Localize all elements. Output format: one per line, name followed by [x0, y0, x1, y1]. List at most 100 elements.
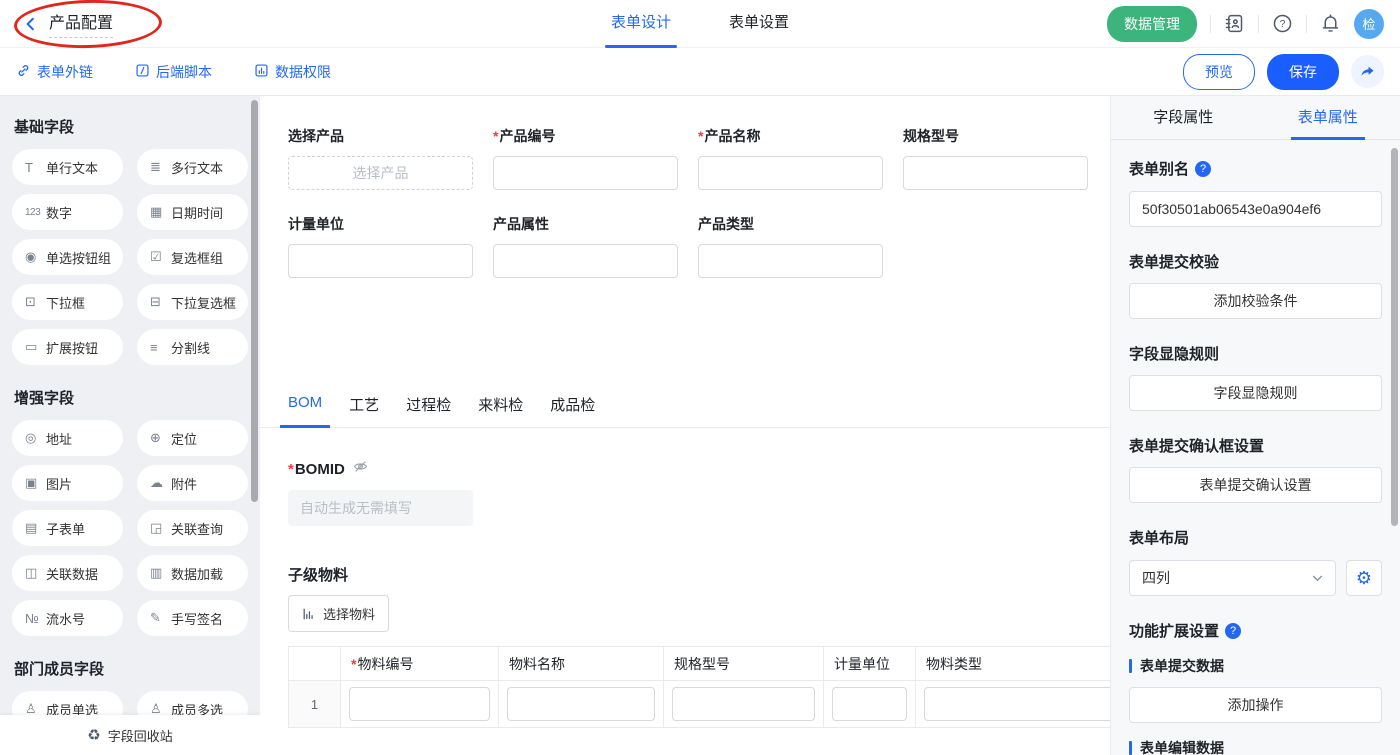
linked-data-icon: ◫ — [25, 565, 46, 581]
sidebar-item-datetime[interactable]: ▦日期时间 — [137, 194, 248, 230]
sidebar-item-image[interactable]: ▣图片 — [12, 465, 123, 501]
data-permission-link[interactable]: 数据权限 — [254, 62, 331, 82]
tab-field-properties[interactable]: 字段属性 — [1111, 96, 1256, 139]
subform-icon: ▤ — [25, 520, 46, 536]
field-label: 产品编号 — [499, 126, 555, 146]
back-title-group[interactable]: 产品配置 — [16, 9, 113, 38]
spec-model-input[interactable] — [903, 156, 1088, 190]
form-external-link-label: 表单外链 — [37, 62, 93, 82]
sidebar-item-attachment[interactable]: ☁附件 — [137, 465, 248, 501]
sidebar-item-linked-query[interactable]: ◲关联查询 — [137, 510, 248, 546]
product-attribute-input[interactable] — [493, 244, 678, 278]
add-validation-button[interactable]: 添加校验条件 — [1129, 283, 1382, 319]
field-label: 规格型号 — [903, 126, 959, 146]
chevron-down-icon — [1312, 575, 1323, 582]
sidebar-item-number[interactable]: 123数字 — [12, 194, 123, 230]
data-manage-button[interactable]: 数据管理 — [1107, 6, 1197, 42]
sidebar-item-select[interactable]: ⊡下拉框 — [12, 284, 123, 320]
sidebar-item-multi-select[interactable]: ⊟下拉复选框 — [137, 284, 248, 320]
tab-form-design[interactable]: 表单设计 — [611, 0, 671, 48]
form-toolbar: 表单外链 后端脚本 数据权限 预览 保存 — [0, 48, 1400, 96]
layout-settings-button[interactable]: ⚙ — [1346, 560, 1382, 596]
item-label: 分割线 — [171, 338, 210, 357]
field-select-product[interactable]: 选择产品 选择产品 — [288, 126, 473, 190]
share-button[interactable] — [1351, 55, 1384, 88]
section-title-basic-fields: 基础字段 — [14, 116, 246, 137]
measure-unit-input[interactable] — [288, 244, 473, 278]
bomid-input[interactable] — [288, 490, 473, 526]
select-material-button[interactable]: 选择物料 — [288, 595, 389, 632]
sidebar-item-serial-number[interactable]: №流水号 — [12, 600, 123, 636]
product-code-input[interactable] — [493, 156, 678, 190]
form-alias-input[interactable] — [1129, 191, 1382, 227]
sidebar-item-multi-line-text[interactable]: ≣多行文本 — [137, 149, 248, 185]
page-title[interactable]: 产品配置 — [49, 9, 113, 38]
measure-unit-cell-input[interactable] — [832, 687, 907, 721]
help-icon[interactable]: ? — [1225, 623, 1241, 639]
form-canvas[interactable]: 选择产品 选择产品 *产品编号 *产品名称 规格型号 计量单位 产品属性 产品类… — [260, 96, 1110, 755]
sidebar-item-divider-line[interactable]: ≡分割线 — [137, 329, 248, 365]
form-external-link[interactable]: 表单外链 — [16, 62, 93, 82]
sidebar-item-radio-group[interactable]: ◉单选按钮组 — [12, 239, 123, 275]
bar-chart-icon — [302, 607, 316, 621]
sidebar-item-location[interactable]: ⊕定位 — [137, 420, 248, 456]
tab-bom[interactable]: BOM — [288, 394, 322, 427]
sidebar-item-checkbox-group[interactable]: ☑复选框组 — [137, 239, 248, 275]
sidebar-item-single-line-text[interactable]: T单行文本 — [12, 149, 123, 185]
eye-invisible-icon[interactable] — [352, 458, 369, 480]
field-recycle-bin[interactable]: ♻ 字段回收站 — [0, 715, 260, 755]
table-header-row: *物料编号 物料名称 规格型号 计量单位 物料类型 — [289, 647, 1111, 681]
top-header: 产品配置 表单设计 表单设置 数据管理 ? 检 — [0, 0, 1400, 48]
field-product-name[interactable]: *产品名称 — [698, 126, 883, 190]
save-button[interactable]: 保存 — [1267, 54, 1339, 90]
user-avatar[interactable]: 检 — [1354, 9, 1384, 39]
backend-script-link[interactable]: 后端脚本 — [135, 62, 212, 82]
sidebar-item-linked-data[interactable]: ◫关联数据 — [12, 555, 123, 591]
tab-form-settings[interactable]: 表单设置 — [729, 0, 789, 48]
material-name-input[interactable] — [507, 687, 655, 721]
field-product-type[interactable]: 产品类型 — [698, 214, 883, 278]
tab-form-properties[interactable]: 表单属性 — [1256, 96, 1400, 139]
sidebar-item-data-load[interactable]: ▥数据加载 — [137, 555, 248, 591]
help-icon[interactable]: ? — [1272, 13, 1293, 34]
panel-scrollbar[interactable] — [1391, 148, 1398, 526]
material-code-input[interactable] — [349, 687, 490, 721]
sidebar-item-signature[interactable]: ✎手写签名 — [137, 600, 248, 636]
help-icon[interactable]: ? — [1195, 161, 1211, 177]
sidebar-scrollbar[interactable] — [251, 100, 258, 502]
field-product-code[interactable]: *产品编号 — [493, 126, 678, 190]
address-icon: ◎ — [25, 430, 46, 446]
tab-incoming-inspection[interactable]: 来料检 — [478, 394, 523, 427]
sidebar-item-subform[interactable]: ▤子表单 — [12, 510, 123, 546]
notification-bell-icon[interactable] — [1320, 13, 1341, 34]
contacts-book-icon[interactable] — [1224, 13, 1245, 34]
subtable-title: 子级物料 — [288, 564, 1110, 585]
select-product-button[interactable]: 选择产品 — [288, 156, 473, 190]
tab-finished-inspection[interactable]: 成品检 — [550, 394, 595, 427]
product-name-input[interactable] — [698, 156, 883, 190]
product-type-input[interactable] — [698, 244, 883, 278]
field-measure-unit[interactable]: 计量单位 — [288, 214, 473, 278]
layout-select[interactable]: 四列 — [1129, 560, 1336, 596]
back-icon[interactable] — [22, 15, 40, 33]
preview-button[interactable]: 预览 — [1183, 54, 1255, 90]
backend-script-label: 后端脚本 — [156, 62, 212, 82]
field-product-attribute[interactable]: 产品属性 — [493, 214, 678, 278]
submit-data-add-action-button[interactable]: 添加操作 — [1129, 687, 1382, 723]
submit-confirm-button[interactable]: 表单提交确认设置 — [1129, 467, 1382, 503]
header-tabs: 表单设计 表单设置 — [611, 0, 789, 48]
group-accent-bar — [1129, 741, 1132, 755]
field-spec-model[interactable]: 规格型号 — [903, 126, 1088, 190]
bomid-label: BOMID — [295, 461, 345, 478]
required-mark: * — [351, 656, 356, 672]
tab-process-inspection[interactable]: 过程检 — [406, 394, 451, 427]
sidebar-item-address[interactable]: ◎地址 — [12, 420, 123, 456]
material-type-input[interactable] — [924, 687, 1110, 721]
spec-model-cell-input[interactable] — [672, 687, 815, 721]
tab-craft[interactable]: 工艺 — [349, 394, 379, 427]
sidebar-item-extend-button[interactable]: ▭扩展按钮 — [12, 329, 123, 365]
section-title-enhanced-fields: 增强字段 — [14, 387, 246, 408]
table-row: 1 — [289, 681, 1111, 728]
header-index — [289, 647, 341, 681]
field-visibility-button[interactable]: 字段显隐规则 — [1129, 375, 1382, 411]
